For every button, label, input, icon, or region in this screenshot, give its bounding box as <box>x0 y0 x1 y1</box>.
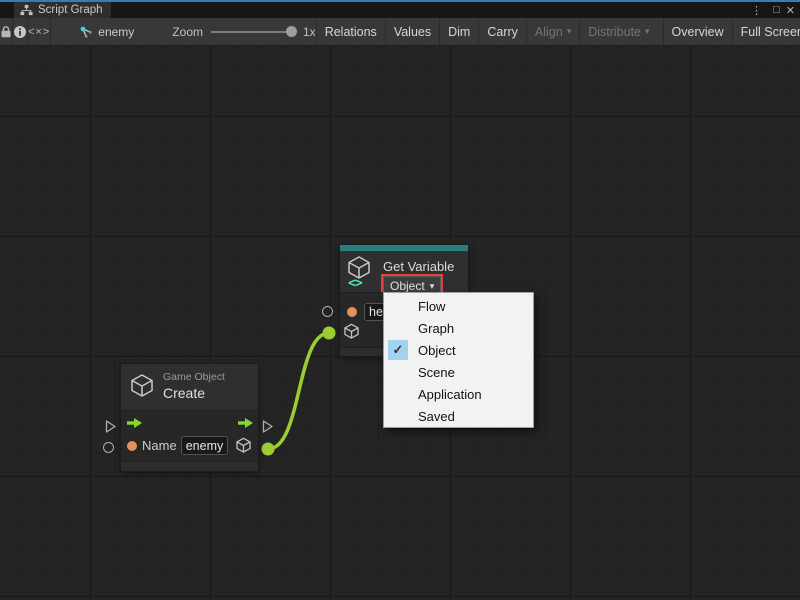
graph-toolbar: <×> enemy Zoom 1x Relations <box>0 18 800 46</box>
menu-item-label: Saved <box>418 409 455 424</box>
create-name-row: Name <box>121 434 258 460</box>
create-node-titles: Game Object Create <box>163 371 225 401</box>
string-port-icon[interactable] <box>127 441 137 451</box>
object-input-port-icon[interactable] <box>343 323 360 345</box>
variable-name-connection-point[interactable] <box>322 306 333 317</box>
flow-output-connection-point[interactable] <box>261 419 274 439</box>
zoom-slider-thumb[interactable] <box>286 26 297 37</box>
tab-bar: Script Graph ⋮ □ ✕ <box>0 2 800 18</box>
name-value-input[interactable] <box>181 436 228 455</box>
fullscreen-label: Full Screen <box>741 25 800 39</box>
zoom-value: 1x <box>303 25 316 39</box>
lock-button[interactable] <box>0 18 13 45</box>
values-button[interactable]: Values <box>385 18 439 45</box>
menu-item-graph[interactable]: Graph <box>384 317 533 339</box>
graph-asset-icon <box>79 25 93 39</box>
menu-item-scene[interactable]: Scene <box>384 361 533 383</box>
graph-canvas[interactable]: Game Object Create <box>0 46 800 600</box>
graph-name-label: enemy <box>98 25 134 39</box>
window-close-icon[interactable]: ✕ <box>786 2 795 18</box>
zoom-slider[interactable] <box>211 31 295 33</box>
overview-button[interactable]: Overview <box>663 18 732 45</box>
check-glyph: ✓ <box>393 342 404 358</box>
get-variable-title: Get Variable <box>383 259 454 274</box>
create-node-category: Game Object <box>163 371 225 383</box>
info-icon <box>13 25 27 39</box>
window-maximize-icon[interactable]: □ <box>773 2 780 18</box>
create-flow-row <box>121 410 258 434</box>
code-chevrons-icon: <> <box>348 276 362 291</box>
menu-item-label: Scene <box>418 365 455 380</box>
flow-input-connection-point[interactable] <box>104 419 117 439</box>
code-toggle-icon: <×> <box>28 26 50 38</box>
menu-item-object[interactable]: ✓ Object <box>384 339 533 361</box>
fullscreen-button[interactable]: Full Screen <box>732 18 800 45</box>
carry-label: Carry <box>487 25 518 39</box>
menu-item-label: Application <box>418 387 482 402</box>
create-node-header[interactable]: Game Object Create <box>121 364 258 409</box>
create-node[interactable]: Game Object Create <box>121 364 258 471</box>
relations-button[interactable]: Relations <box>316 18 385 45</box>
script-graph-window: Script Graph ⋮ □ ✕ <×> <box>0 0 800 600</box>
distribute-label: Distribute <box>588 25 641 39</box>
window-more-icon[interactable]: ⋮ <box>751 2 762 18</box>
flow-input-arrow-icon[interactable] <box>126 416 143 434</box>
align-button[interactable]: Align ▾ <box>526 18 579 45</box>
align-label: Align <box>535 25 563 39</box>
name-input-connection-point[interactable] <box>103 442 114 453</box>
distribute-button[interactable]: Distribute ▾ <box>579 18 657 45</box>
graph-breadcrumb[interactable]: enemy <box>69 18 144 45</box>
menu-item-label: Graph <box>418 321 454 336</box>
chevron-down-icon: ▾ <box>430 282 435 291</box>
create-node-footer <box>121 461 258 471</box>
variable-cube-icon: <> <box>346 255 376 289</box>
relations-label: Relations <box>325 25 377 39</box>
tab-title: Script Graph <box>38 4 103 16</box>
name-port-label: Name <box>142 438 177 453</box>
zoom-label: Zoom <box>172 25 203 39</box>
flow-output-arrow-icon[interactable] <box>237 416 254 434</box>
menu-item-label: Flow <box>418 299 445 314</box>
dim-button[interactable]: Dim <box>439 18 478 45</box>
dim-label: Dim <box>448 25 470 39</box>
scope-value-label: Object <box>390 279 425 293</box>
check-icon: ✓ <box>388 340 408 360</box>
create-node-title: Create <box>163 385 225 401</box>
toolbar-right-group: Relations Values Dim Carry Align ▾ Distr… <box>316 18 800 45</box>
menu-item-application[interactable]: Application <box>384 383 533 405</box>
scope-context-menu: Flow Graph ✓ Object Scene Application Sa… <box>383 292 534 428</box>
chevron-down-icon: ▾ <box>645 27 650 36</box>
menu-item-flow[interactable]: Flow <box>384 295 533 317</box>
game-object-cube-icon <box>129 373 155 404</box>
menu-item-saved[interactable]: Saved <box>384 405 533 427</box>
tab-script-graph[interactable]: Script Graph <box>14 2 111 18</box>
menu-item-label: Object <box>418 343 456 358</box>
code-preview-toggle[interactable]: <×> <box>28 18 51 45</box>
carry-button[interactable]: Carry <box>478 18 526 45</box>
gameobject-output-port-icon[interactable] <box>235 437 252 459</box>
values-label: Values <box>394 25 431 39</box>
overview-label: Overview <box>672 25 724 39</box>
zoom-control: Zoom 1x <box>172 18 315 45</box>
lock-icon <box>0 25 12 38</box>
chevron-down-icon: ▾ <box>567 27 572 36</box>
info-button[interactable] <box>13 18 28 45</box>
graph-hierarchy-icon <box>20 4 33 16</box>
variable-name-port-icon[interactable] <box>347 307 357 317</box>
get-variable-header[interactable]: <> Get Variable Object ▾ <box>340 251 468 292</box>
